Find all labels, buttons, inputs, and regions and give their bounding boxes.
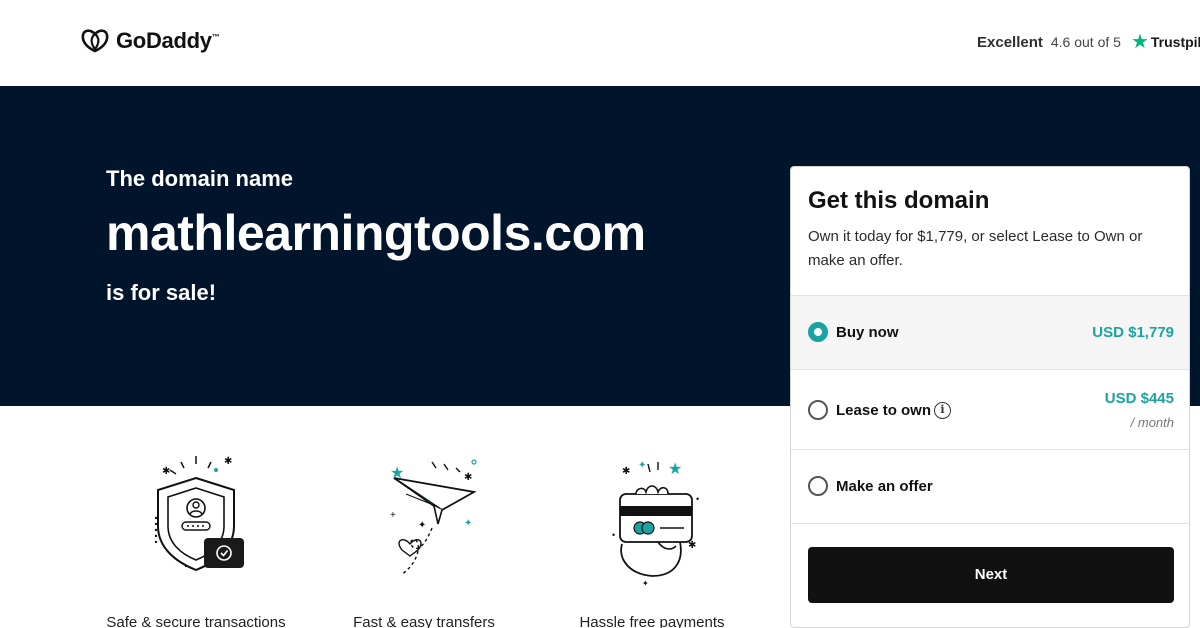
feature-payment: ★ ✱ ✱ • • ✦ ✦ Hassle free payments xyxy=(552,448,752,628)
svg-text:✦: ✦ xyxy=(642,579,649,588)
info-icon[interactable]: i xyxy=(934,402,951,419)
option-make-offer[interactable]: Make an offer xyxy=(791,449,1189,523)
option-label: Buy now xyxy=(836,324,899,341)
radio-buy-now[interactable] xyxy=(808,322,828,342)
svg-text:✱: ✱ xyxy=(162,466,170,477)
godaddy-logo-icon xyxy=(81,29,109,53)
option-lease-to-own[interactable]: Lease to own i USD $445 / month xyxy=(791,369,1189,449)
svg-text:★: ★ xyxy=(390,465,404,482)
godaddy-logo[interactable]: GoDaddy™ xyxy=(80,28,220,54)
trust-label: Excellent xyxy=(977,33,1043,51)
domain-name: mathlearningtools.com xyxy=(106,205,646,261)
card-divider xyxy=(791,523,1189,524)
next-button[interactable]: Next xyxy=(808,547,1174,603)
trustpilot-widget[interactable]: Excellent 4.6 out of 5 ★ Trustpilot xyxy=(977,32,1200,52)
paper-plane-icon: ★ ✱ ✦ ✦ + xyxy=(390,459,477,575)
svg-text:✱: ✱ xyxy=(622,466,630,477)
svg-text:+: + xyxy=(390,510,396,521)
radio-make-offer[interactable] xyxy=(808,476,828,496)
site-header: GoDaddy™ Excellent 4.6 out of 5 ★ Trustp… xyxy=(0,0,1200,86)
feature-label: Hassle free payments xyxy=(579,614,725,628)
svg-text:✱: ✱ xyxy=(464,472,472,483)
svg-text:•: • xyxy=(696,494,699,504)
svg-text:✱: ✱ xyxy=(688,540,696,551)
option-buy-now[interactable]: Buy now USD $1,779 xyxy=(791,295,1189,369)
feature-label: Safe & secure transactions xyxy=(106,614,286,628)
svg-text:✦: ✦ xyxy=(638,460,646,471)
card-hand-icon: ★ ✱ ✱ • • ✦ ✦ xyxy=(612,460,699,588)
shield-icon: ✱ ✱ xyxy=(154,456,244,572)
star-icon: ★ xyxy=(1130,31,1149,53)
svg-text:✦: ✦ xyxy=(418,520,426,531)
card-description: Own it today for $1,779, or select Lease… xyxy=(808,228,1143,269)
trust-rating: 4.6 out of 5 xyxy=(1050,34,1121,50)
feature-secure: ✱ ✱ Safe & secure transactions xyxy=(96,448,296,628)
hero-pre-text: The domain name xyxy=(106,166,294,191)
svg-text:✱: ✱ xyxy=(224,456,232,467)
feature-label: Fast & easy transfers xyxy=(353,614,495,628)
option-label: Make an offer xyxy=(836,478,933,495)
radio-lease-to-own[interactable] xyxy=(808,400,828,420)
feature-transfer: ★ ✱ ✦ ✦ + Fast & easy transfers xyxy=(324,448,524,628)
card-title: Get this domain xyxy=(808,187,990,214)
svg-text:✦: ✦ xyxy=(464,518,472,529)
option-price-period: / month xyxy=(1130,415,1174,430)
hero-post-text: is for sale! xyxy=(106,280,217,305)
option-price: USD $445 xyxy=(1104,390,1174,407)
svg-text:•: • xyxy=(612,530,615,540)
option-label: Lease to own xyxy=(836,402,932,419)
get-domain-card: Get this domain Own it today for $1,779,… xyxy=(790,166,1190,628)
svg-text:★: ★ xyxy=(668,461,682,478)
option-price: USD $1,779 xyxy=(1092,324,1174,341)
trustpilot-wordmark: Trustpilot xyxy=(1150,34,1200,50)
logo-wordmark: GoDaddy™ xyxy=(116,28,220,53)
